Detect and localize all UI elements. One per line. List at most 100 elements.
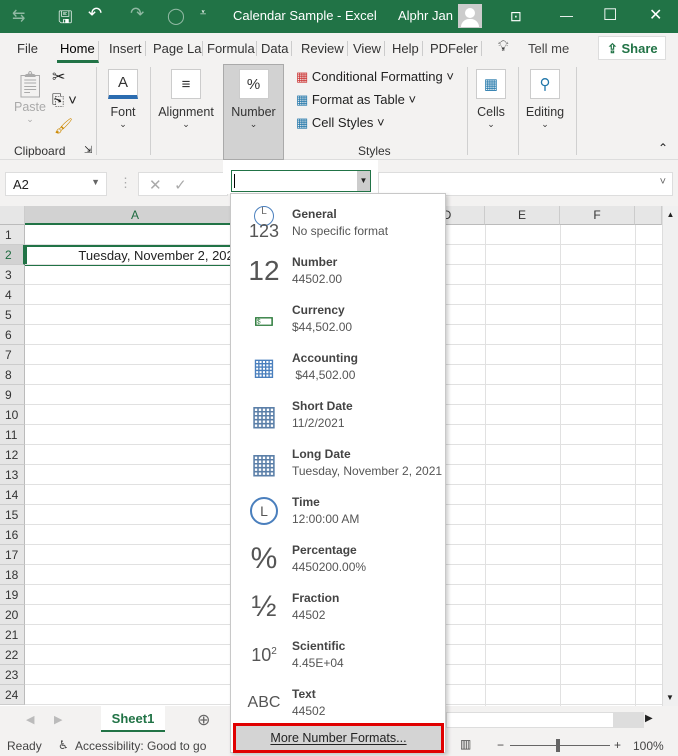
tab-home[interactable]: Home [57,41,99,63]
tab-help[interactable]: Help [389,41,423,56]
alignment-button[interactable]: ≡ Alignment ⌄ [155,69,217,130]
tab-formulas[interactable]: Formula [204,41,257,56]
zoom-in-icon[interactable]: + [614,738,621,752]
row-header-11[interactable]: 11 [0,425,25,445]
more-number-formats-button[interactable]: More Number Formats... [233,723,444,753]
row-header-21[interactable]: 21 [0,625,25,645]
tab-file[interactable]: File [14,41,41,56]
format-option-accounting[interactable]: ▦ Accounting $44,502.00 [231,342,445,390]
enter-icon[interactable]: ✓ [174,177,187,194]
circle-icon[interactable]: ◯ [167,6,185,26]
row-header-8[interactable]: 8 [0,365,25,385]
ribbon-display-icon[interactable]: ⊡ [510,8,522,25]
editing-button[interactable]: ⚲ Editing ⌄ [522,69,568,130]
tab-review[interactable]: Review [298,41,348,56]
cut-icon[interactable]: ✂ [52,67,65,87]
cell-a2[interactable]: Tuesday, November 2, 2021 [25,245,247,266]
format-option-percentage[interactable]: % Percentage 4450200.00% [231,534,445,582]
sheet-tab-sheet1[interactable]: Sheet1 [101,706,165,732]
row-header-20[interactable]: 20 [0,605,25,625]
select-all[interactable] [0,206,25,225]
zoom-level[interactable]: 100% [633,739,664,753]
scroll-right-icon[interactable]: ▶ [645,713,653,724]
vertical-scrollbar[interactable]: ▲ ▼ [662,206,678,706]
page-layout-view-icon[interactable]: ▥ [460,737,471,751]
row-header-17[interactable]: 17 [0,545,25,565]
row-header-12[interactable]: 12 [0,445,25,465]
next-sheet-icon[interactable]: ▶ [54,713,62,726]
format-option-long-date[interactable]: ▦ Long Date Tuesday, November 2, 2021 [231,438,445,486]
user-name[interactable]: Alphr Jan [398,8,453,23]
dialog-launcher-icon[interactable]: ⇲ [84,145,92,156]
row-header-2[interactable]: 2 [0,245,25,265]
copy-icon[interactable]: ⎘ ˅ [52,92,77,109]
row-header-9[interactable]: 9 [0,385,25,405]
undo-icon[interactable]: ↶ [88,4,102,24]
row-header-6[interactable]: 6 [0,325,25,345]
row-header-22[interactable]: 22 [0,645,25,665]
dropdown-arrow-icon[interactable]: ▼ [357,171,370,191]
minimize-icon[interactable]: — [560,8,573,23]
format-option-number[interactable]: 12 Number 44502.00 [231,246,445,294]
zoom-out-icon[interactable]: − [497,738,504,752]
row-header-15[interactable]: 15 [0,505,25,525]
add-sheet-icon[interactable]: ⊕ [197,710,210,730]
tab-page-layout[interactable]: Page La [150,41,203,56]
format-option-currency[interactable]: 💵︎ Currency $44,502.00 [231,294,445,342]
row-header-23[interactable]: 23 [0,665,25,685]
prev-sheet-icon[interactable]: ◀ [26,713,34,726]
format-painter-icon[interactable]: 🖌︎ [54,117,73,135]
row-header-19[interactable]: 19 [0,585,25,605]
row-header-13[interactable]: 13 [0,465,25,485]
row-header-16[interactable]: 16 [0,525,25,545]
number-format-combo[interactable]: ▼ [231,170,371,192]
cells-button[interactable]: ▦ Cells ⌄ [472,69,510,130]
row-header-4[interactable]: 4 [0,285,25,305]
tell-me-search[interactable]: Tell me [528,41,569,56]
tab-view[interactable]: View [350,41,385,56]
conditional-formatting-button[interactable]: ▦ Conditional Formatting ˅ [296,69,454,85]
cancel-icon[interactable]: ✕ [149,177,162,194]
share-button[interactable]: ⇪ Share [598,36,666,60]
paste-button[interactable]: 📋︎ Paste ⌄ [12,69,48,125]
column-header-a[interactable]: A [25,206,246,225]
column-header-e[interactable]: E [485,206,560,225]
scroll-down-icon[interactable]: ▼ [663,693,677,702]
format-option-scientific[interactable]: 102 Scientific 4.45E+04 [231,630,445,678]
format-option-time[interactable]: L Time 12:00:00 AM [231,486,445,534]
tab-insert[interactable]: Insert [106,41,146,56]
avatar[interactable] [458,4,482,28]
scroll-up-icon[interactable]: ▲ [663,210,678,219]
redo-icon[interactable]: ↷ [130,4,144,24]
tab-pdfeler[interactable]: PDFeler [427,41,482,56]
format-option-general[interactable]: L 123 General No specific format [231,198,445,246]
row-header-1[interactable]: 1 [0,225,25,245]
format-option-text[interactable]: ABC Text 44502 [231,678,445,726]
font-button[interactable]: A Font ⌄ [104,69,142,130]
expand-formula-icon[interactable]: ˅ [660,176,666,188]
autosave-icon[interactable]: ⇆ [12,6,25,26]
close-icon[interactable]: ✕ [649,5,662,25]
row-header-14[interactable]: 14 [0,485,25,505]
tab-data[interactable]: Data [258,41,293,56]
collapse-ribbon-icon[interactable]: ⌃ [658,141,668,155]
format-option-fraction[interactable]: ½ Fraction 44502 [231,582,445,630]
row-header-3[interactable]: 3 [0,265,25,285]
name-box[interactable]: A2 ▼ [5,172,107,196]
customize-toolbar-icon[interactable]: ⩡ [200,7,206,20]
horizontal-scrollbar[interactable] [446,712,644,728]
save-icon[interactable]: 🖫 [58,5,72,34]
maximize-icon[interactable]: ☐ [603,5,617,25]
row-header-7[interactable]: 7 [0,345,25,365]
format-as-table-button[interactable]: ▦ Format as Table ˅ [296,92,416,108]
accessibility-status[interactable]: Accessibility: Good to go [75,739,206,753]
row-header-18[interactable]: 18 [0,565,25,585]
column-header-f[interactable]: F [560,206,635,225]
row-header-5[interactable]: 5 [0,305,25,325]
zoom-slider[interactable] [510,739,610,752]
format-option-short-date[interactable]: ▦ Short Date 11/2/2021 [231,390,445,438]
row-header-24[interactable]: 24 [0,685,25,705]
row-header-10[interactable]: 10 [0,405,25,425]
cell-styles-button[interactable]: ▦ Cell Styles ˅ [296,115,385,131]
number-button[interactable]: % Number ⌄ [223,64,284,160]
